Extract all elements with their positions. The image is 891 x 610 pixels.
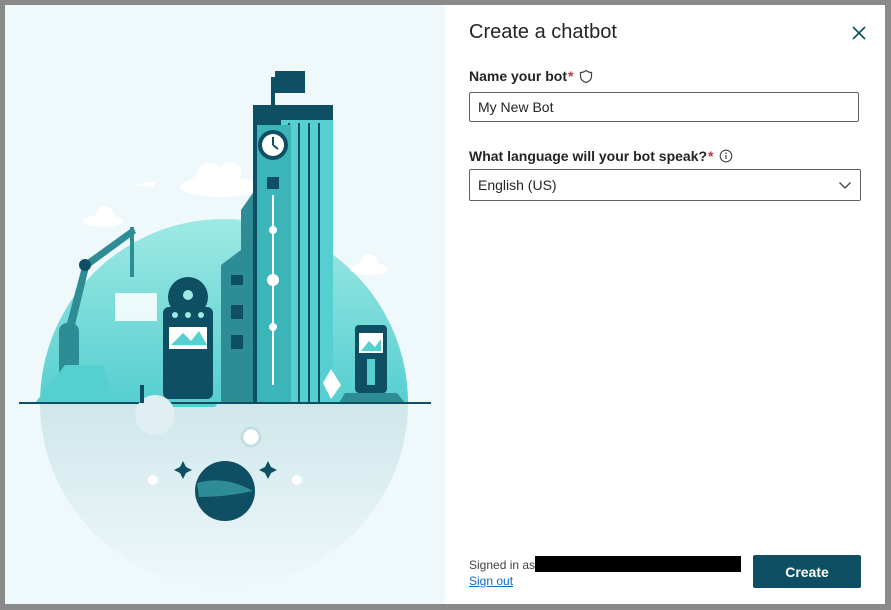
name-label: Name your bot	[469, 68, 568, 84]
required-marker: *	[568, 68, 574, 84]
language-dropdown[interactable]: English (US)	[469, 169, 861, 201]
chevron-down-icon	[839, 182, 851, 189]
info-icon[interactable]	[719, 149, 733, 163]
language-label-row: What language will your bot speak? *	[469, 148, 733, 164]
name-label-row: Name your bot *	[469, 68, 593, 84]
dialog-title: Create a chatbot	[469, 21, 617, 43]
shield-icon[interactable]	[579, 69, 593, 84]
language-label: What language will your bot speak?	[469, 148, 708, 164]
sign-out-link[interactable]: Sign out	[469, 574, 513, 588]
create-button[interactable]: Create	[753, 555, 861, 588]
language-selected-value: English (US)	[478, 177, 557, 193]
required-marker: *	[708, 148, 714, 164]
city-illustration	[19, 71, 431, 587]
bot-name-input[interactable]	[469, 92, 859, 122]
close-button[interactable]	[849, 23, 869, 43]
close-icon	[852, 26, 866, 40]
chatbot-illustration	[5, 5, 445, 604]
redacted-account	[535, 556, 741, 572]
signed-in-label: Signed in as	[469, 558, 536, 572]
create-chatbot-dialog: Create a chatbot Name your bot * What la…	[5, 5, 885, 604]
form-panel: Create a chatbot Name your bot * What la…	[445, 5, 885, 604]
